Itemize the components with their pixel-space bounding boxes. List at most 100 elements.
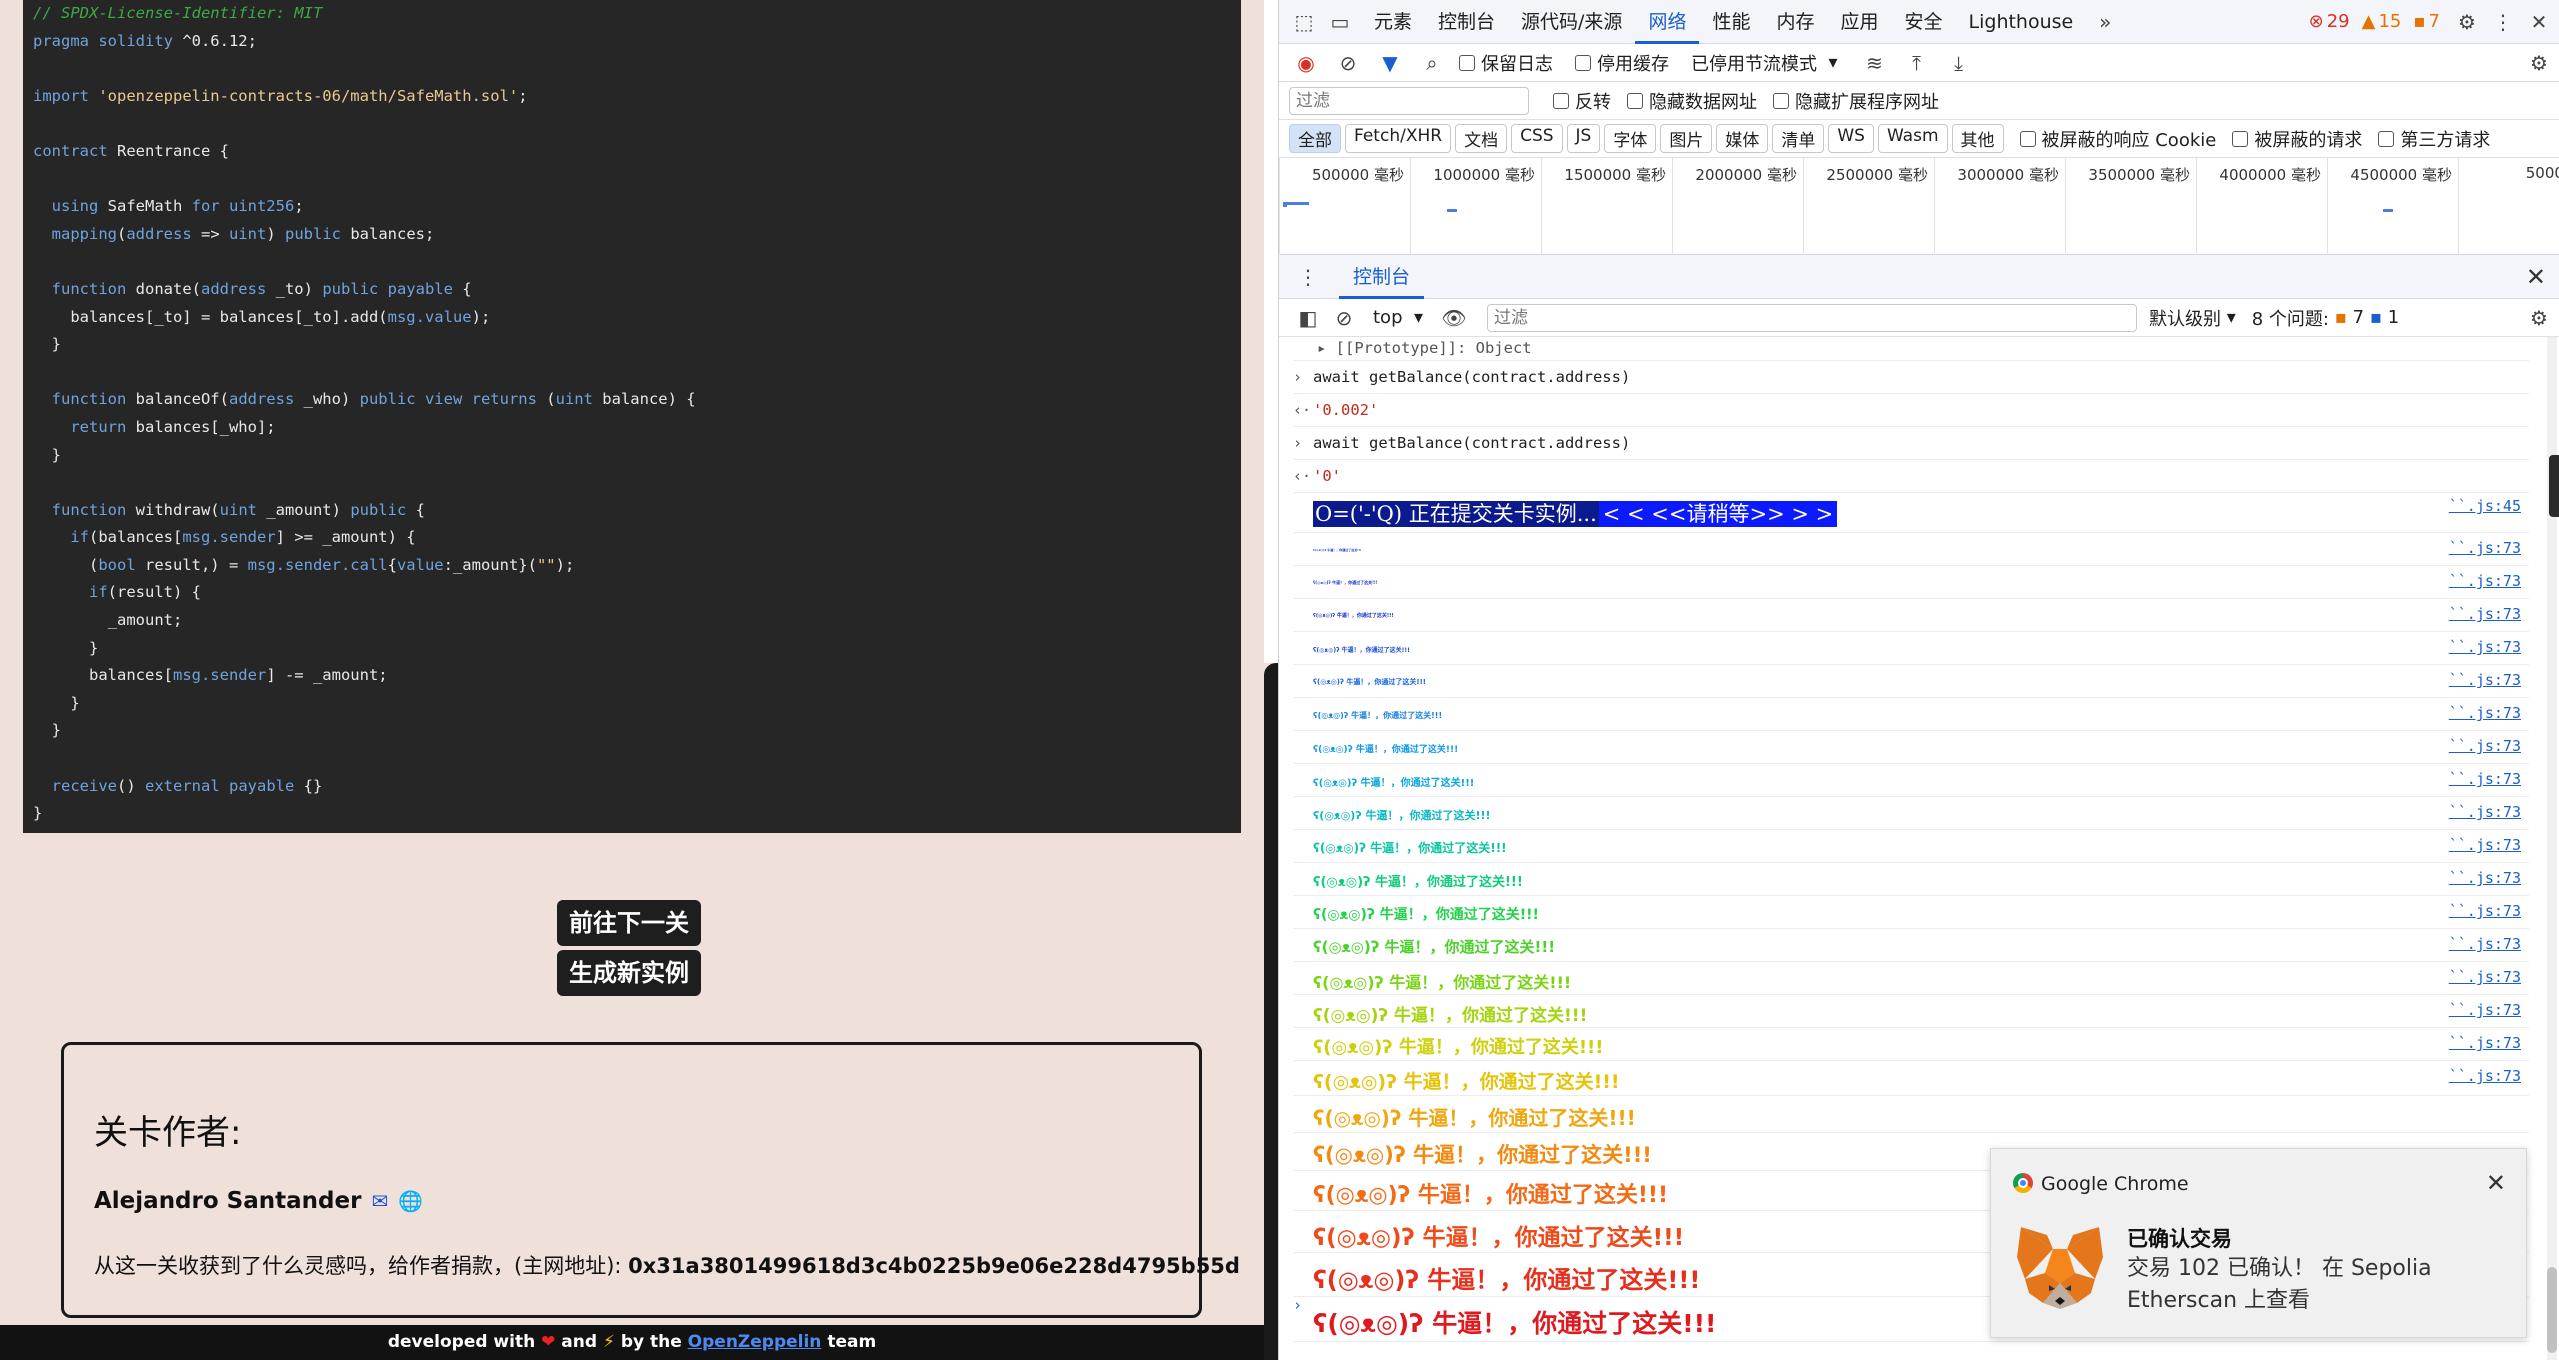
devtools-tab[interactable]: Lighthouse [1956, 0, 2087, 44]
type-filter-chip[interactable]: Fetch/XHR [1345, 124, 1452, 153]
command-text[interactable]: await getBalance(contract.address) [1313, 434, 1630, 452]
type-filter-chip[interactable]: 清单 [1772, 124, 1825, 153]
source-link[interactable]: ``.js:73 [2449, 770, 2521, 788]
source-link[interactable]: ``.js:73 [2449, 605, 2521, 623]
source-link[interactable]: ``.js:73 [2449, 572, 2521, 590]
search-icon[interactable]: ⌕ [1417, 48, 1447, 78]
console-filter-input[interactable]: 过滤 [1486, 303, 2137, 332]
source-link[interactable]: ``.js:45 [2449, 497, 2521, 515]
devtools-tab[interactable]: 源代码/来源 [1508, 0, 1635, 44]
type-checkbox[interactable]: 被屏蔽的请求 [2232, 126, 2362, 152]
hide-data-url-checkbox[interactable]: 隐藏数据网址 [1627, 88, 1757, 114]
code-line: } [33, 635, 1231, 663]
clear-icon[interactable]: ⊘ [1333, 48, 1363, 78]
checkbox-box[interactable] [2019, 130, 2036, 147]
live-expression-eye-icon[interactable]: 👁 [1439, 303, 1469, 333]
email-icon[interactable]: ✉ [371, 1189, 388, 1213]
more-tabs-icon[interactable]: » [2090, 7, 2120, 37]
code-token: value [396, 555, 444, 574]
result-text: '0.002' [1313, 401, 1379, 419]
checkbox-box[interactable] [2378, 130, 2395, 147]
devtools-tab[interactable]: 控制台 [1425, 0, 1508, 44]
source-link[interactable]: ``.js:73 [2449, 1067, 2521, 1085]
code-token: => [191, 224, 229, 243]
console-scroll-thumb[interactable] [2547, 1267, 2557, 1353]
import-har-icon[interactable]: ⤒ [1901, 48, 1931, 78]
disable-cache-checkbox[interactable]: 停用缓存 [1575, 50, 1669, 76]
devtools-tab[interactable]: 性能 [1699, 0, 1763, 44]
invert-checkbox[interactable]: 反转 [1553, 88, 1611, 114]
filter-funnel-icon[interactable]: ▼ [1375, 48, 1405, 78]
globe-icon[interactable]: 🌐 [398, 1189, 423, 1213]
devtools-tab[interactable]: 内存 [1763, 0, 1827, 44]
error-badge[interactable]: ⊗ 29 [2309, 11, 2350, 32]
record-icon[interactable]: ◉ [1291, 48, 1321, 78]
source-link[interactable]: ``.js:73 [2449, 671, 2521, 689]
openzeppelin-link[interactable]: OpenZeppelin [688, 1332, 822, 1352]
source-link[interactable]: ``.js:73 [2449, 869, 2521, 887]
drawer-menu-icon[interactable]: ⋮ [1293, 262, 1323, 292]
source-link[interactable]: ``.js:73 [2449, 968, 2521, 986]
issues-badge[interactable]: ▪ 7 [2413, 11, 2440, 32]
source-link[interactable]: ``.js:73 [2449, 704, 2521, 722]
source-link[interactable]: ``.js:73 [2449, 935, 2521, 953]
type-checkbox[interactable]: 被屏蔽的响应 Cookie [2019, 126, 2216, 152]
settings-gear-icon[interactable]: ⚙ [2452, 7, 2482, 37]
type-filter-chip[interactable]: CSS [1511, 124, 1563, 153]
type-filter-chip[interactable]: 全部 [1289, 124, 1341, 153]
hide-ext-url-checkbox[interactable]: 隐藏扩展程序网址 [1773, 88, 1939, 114]
prototype-line[interactable]: ▸ [[Prototype]]: Object [1317, 339, 1532, 357]
network-conditions-icon[interactable]: ≋ [1859, 48, 1889, 78]
log-level-select[interactable]: 默认级别 ▾ [2149, 305, 2236, 331]
side-handle[interactable] [2549, 455, 2559, 517]
type-filter-chip[interactable]: 图片 [1660, 124, 1713, 153]
devtools-tab[interactable]: 安全 [1892, 0, 1956, 44]
inspect-icon[interactable]: ⬚ [1289, 7, 1319, 37]
code-token: function [33, 390, 136, 409]
next-level-button[interactable]: 前往下一关 [557, 900, 701, 946]
page-scrollbar[interactable] [1264, 663, 1278, 1360]
source-link[interactable]: ``.js:73 [2449, 638, 2521, 656]
devtools-tab[interactable]: 元素 [1361, 0, 1425, 44]
checkbox-box[interactable] [2232, 130, 2249, 147]
notification-close-icon[interactable]: ✕ [2486, 1169, 2506, 1197]
preserve-log-checkbox[interactable]: 保留日志 [1459, 50, 1553, 76]
chrome-notification[interactable]: Google Chrome ✕ 已确认交易 交易 102 已确认！ 在 Sepo… [1990, 1148, 2527, 1338]
export-har-icon[interactable]: ⤓ [1943, 48, 1973, 78]
source-link[interactable]: ``.js:73 [2449, 803, 2521, 821]
device-toolbar-icon[interactable]: ▭ [1325, 7, 1355, 37]
source-link[interactable]: ``.js:73 [2449, 902, 2521, 920]
source-link[interactable]: ``.js:73 [2449, 1001, 2521, 1019]
new-instance-button[interactable]: 生成新实例 [557, 950, 701, 996]
command-text[interactable]: await getBalance(contract.address) [1313, 368, 1630, 386]
close-drawer-icon[interactable]: ✕ [2526, 263, 2546, 291]
type-filter-chip[interactable]: 字体 [1604, 124, 1657, 153]
close-devtools-icon[interactable]: ✕ [2524, 7, 2554, 37]
context-select[interactable]: top ▾ [1373, 307, 1423, 328]
type-filter-chip[interactable]: 文档 [1455, 124, 1508, 153]
network-filter-input[interactable]: 过滤 [1289, 86, 1529, 115]
code-token: balance) { [592, 390, 696, 409]
console-drawer-tab[interactable]: 控制台 [1339, 255, 1425, 299]
warning-badge[interactable]: ▲ 15 [2362, 11, 2402, 32]
source-link[interactable]: ``.js:73 [2449, 1034, 2521, 1052]
source-link[interactable]: ``.js:73 [2449, 737, 2521, 755]
sidebar-toggle-icon[interactable]: ◧ [1293, 303, 1323, 333]
type-filter-chip[interactable]: 其他 [1951, 124, 2004, 153]
console-clear-icon[interactable]: ⊘ [1329, 303, 1359, 333]
type-filter-chip[interactable]: 媒体 [1716, 124, 1769, 153]
source-link[interactable]: ``.js:73 [2449, 539, 2521, 557]
kebab-menu-icon[interactable]: ⋮ [2488, 7, 2518, 37]
console-settings-icon[interactable]: ⚙ [2524, 303, 2554, 333]
devtools-tab[interactable]: 网络 [1635, 0, 1700, 44]
type-checkbox[interactable]: 第三方请求 [2378, 126, 2490, 152]
throttle-select[interactable]: 已停用节流模式 ▾ [1691, 50, 1837, 76]
devtools-tab[interactable]: 应用 [1827, 0, 1891, 44]
source-link[interactable]: ``.js:73 [2449, 836, 2521, 854]
type-filter-chip[interactable]: WS [1828, 124, 1874, 153]
network-timeline[interactable]: 500000 毫秒 1000000 毫秒 1500000 毫秒 2000000 毫秒 2… [1279, 158, 2559, 255]
type-filter-chip[interactable]: Wasm [1877, 124, 1948, 153]
network-settings-icon[interactable]: ⚙ [2524, 48, 2554, 78]
type-filter-chip[interactable]: JS [1566, 124, 1601, 153]
issues-counter[interactable]: 8 个问题: ▪ 7 ▪ 1 [2252, 305, 2400, 331]
